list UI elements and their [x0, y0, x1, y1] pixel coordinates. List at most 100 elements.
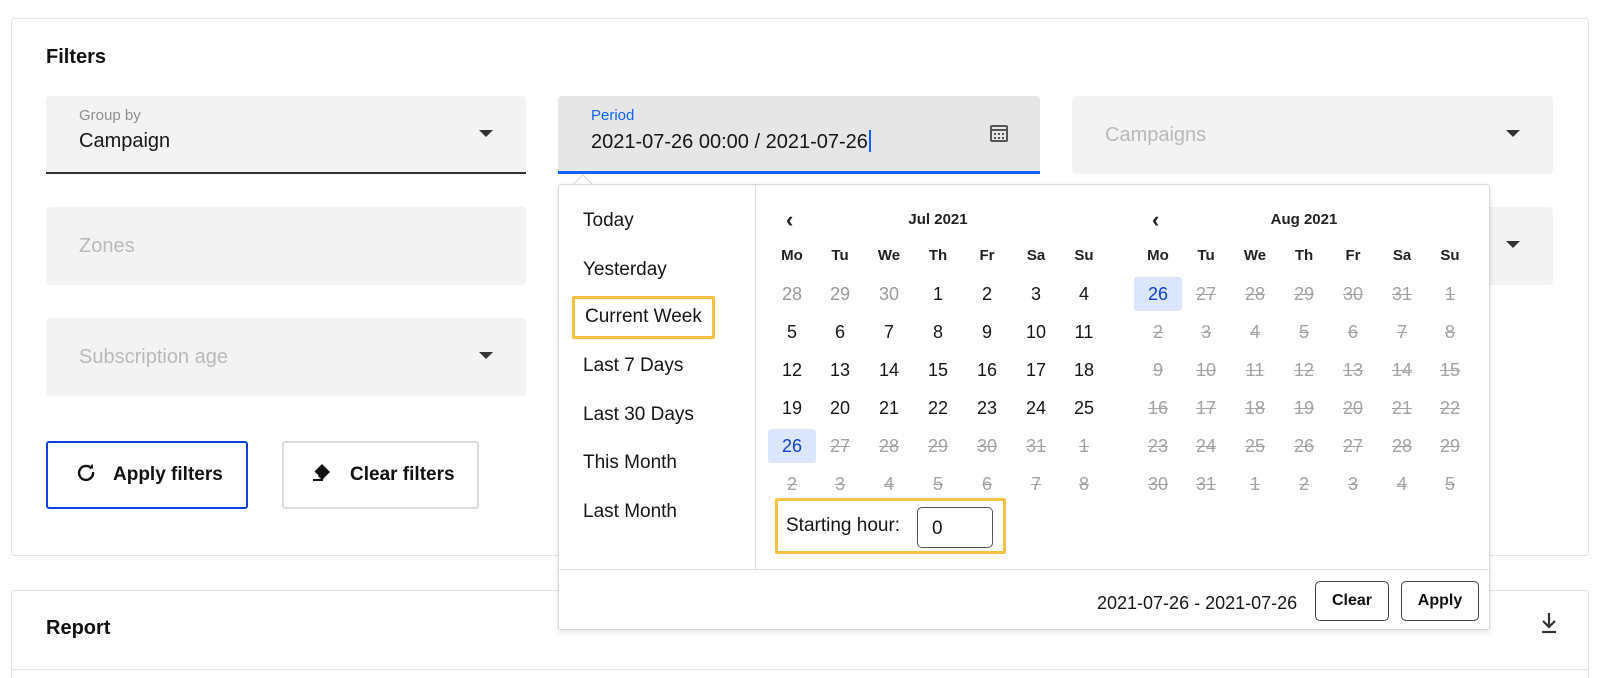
selected-range-text: 2021-07-26 - 2021-07-26 [1097, 593, 1298, 613]
calendar-day[interactable]: 7 [865, 315, 913, 349]
calendar-day[interactable]: 29 [816, 277, 864, 311]
calendar-day: 6 [1347, 322, 1358, 342]
calendar-day[interactable]: 2 [963, 277, 1011, 311]
calendar-day: 7 [1030, 474, 1041, 494]
calendar-day: 28 [1244, 284, 1266, 304]
calendar-day[interactable]: 15 [914, 353, 962, 387]
calendar-day[interactable]: 10 [1012, 315, 1060, 349]
zones-select[interactable]: Zones [46, 207, 526, 285]
calendar-day[interactable]: 19 [768, 391, 816, 425]
picker-clear-button[interactable]: Clear [1315, 581, 1389, 621]
calendar-day[interactable]: 30 [865, 277, 913, 311]
subscription-age-select[interactable]: Subscription age [46, 318, 526, 396]
chevron-down-icon [479, 352, 493, 359]
calendar-day[interactable]: 17 [1012, 353, 1060, 387]
preset-yesterday[interactable]: Yesterday [583, 259, 667, 281]
calendar-day: 4 [883, 474, 894, 494]
period-value: 2021-07-26 00:00 / 2021-07-26 [591, 131, 868, 153]
calendar-day: 5 [1298, 322, 1309, 342]
calendar-day: 27 [1195, 284, 1217, 304]
calendar-day: 1 [1444, 284, 1455, 304]
calendar-day: 16 [1147, 398, 1169, 418]
calendar-day[interactable]: 3 [1012, 277, 1060, 311]
calendar-day: 4 [1249, 322, 1260, 342]
calendar-day[interactable]: 6 [816, 315, 864, 349]
calendar-day: 1 [1078, 436, 1089, 456]
preset-last-month[interactable]: Last Month [583, 501, 677, 523]
calendar-day: 1 [1249, 474, 1260, 494]
group-by-select[interactable]: Group by Campaign [46, 96, 526, 174]
calendar-day: 2 [1152, 322, 1163, 342]
preset-last-7-days[interactable]: Last 7 Days [583, 355, 683, 377]
preset-this-month[interactable]: This Month [583, 452, 677, 474]
calendar-day: 5 [1444, 474, 1455, 494]
report-title: Report [46, 617, 111, 639]
calendar-day[interactable]: 1 [914, 277, 962, 311]
calendar-day[interactable]: 8 [914, 315, 962, 349]
calendar-day: 20 [1342, 398, 1364, 418]
subscription-age-placeholder: Subscription age [79, 346, 228, 368]
calendar-day[interactable]: 23 [963, 391, 1011, 425]
calendar-day: 8 [1444, 322, 1455, 342]
campaigns-select[interactable]: Campaigns [1072, 96, 1553, 174]
calendar-day: 21 [1391, 398, 1413, 418]
calendar-day[interactable]: 16 [963, 353, 1011, 387]
calendar-day: 10 [1195, 360, 1217, 380]
clear-filters-button[interactable]: Clear filters [282, 441, 479, 509]
calendar-day: 8 [1078, 474, 1089, 494]
calendar-day: 4 [1396, 474, 1407, 494]
calendar-day: 31 [1025, 436, 1047, 456]
starting-hour-input[interactable]: 0 [917, 507, 993, 548]
calendar-day[interactable]: 22 [914, 391, 962, 425]
calendar-day: 29 [927, 436, 949, 456]
calendar-day[interactable]: 26 [1134, 277, 1182, 311]
calendar-day[interactable]: 11 [1060, 315, 1108, 349]
picker-apply-button[interactable]: Apply [1401, 581, 1479, 621]
calendar-icon[interactable] [990, 125, 1008, 142]
clear-filters-label: Clear filters [350, 464, 455, 485]
calendar-day[interactable]: 14 [865, 353, 913, 387]
period-input[interactable]: Period 2021-07-26 00:00 / 2021-07-26 [558, 96, 1040, 174]
calendar-day[interactable]: 21 [865, 391, 913, 425]
calendar-day[interactable]: 12 [768, 353, 816, 387]
starting-hour-label: Starting hour: [786, 515, 901, 536]
calendar-day: 15 [1439, 360, 1461, 380]
calendar-day[interactable]: 5 [768, 315, 816, 349]
weekday-header: Th [928, 247, 948, 264]
calendar-day: 23 [1147, 436, 1169, 456]
calendar-day[interactable]: 20 [816, 391, 864, 425]
preset-current-week[interactable]: Current Week [572, 296, 715, 339]
month-header: ‹ Jul 2021 [768, 209, 1108, 233]
calendar-day: 9 [1152, 360, 1163, 380]
calendar-day[interactable]: 4 [1060, 277, 1108, 311]
preset-today[interactable]: Today [583, 210, 634, 232]
calendar-day[interactable]: 25 [1060, 391, 1108, 425]
apply-filters-button[interactable]: Apply filters [46, 441, 248, 509]
download-icon[interactable] [1540, 611, 1558, 637]
calendar-day[interactable]: 13 [816, 353, 864, 387]
month-title: Aug 2021 [1270, 211, 1338, 228]
calendar-day: 25 [1244, 436, 1266, 456]
calendar-day[interactable]: 18 [1060, 353, 1108, 387]
weekday-header: We [1243, 247, 1267, 264]
weekday-header: We [877, 247, 901, 264]
calendar-day: 31 [1391, 284, 1413, 304]
calendar-day: 2 [786, 474, 797, 494]
calendar-day[interactable]: 24 [1012, 391, 1060, 425]
calendar-day: 29 [1293, 284, 1315, 304]
calendar-day: 31 [1195, 474, 1217, 494]
calendar-day: 18 [1244, 398, 1266, 418]
calendar-day: 19 [1293, 398, 1315, 418]
calendar-day[interactable]: 26 [768, 429, 816, 463]
campaigns-placeholder: Campaigns [1105, 124, 1207, 146]
weekday-header: Fr [1345, 247, 1361, 264]
chevron-down-icon [479, 130, 493, 137]
calendar-day: 30 [976, 436, 998, 456]
calendar-day: 24 [1195, 436, 1217, 456]
calendar-day[interactable]: 9 [963, 315, 1011, 349]
preset-last-30-days[interactable]: Last 30 Days [583, 404, 694, 426]
calendar-day[interactable]: 28 [768, 277, 816, 311]
weekday-header: Sa [1026, 247, 1046, 264]
calendar-day: 11 [1245, 360, 1265, 380]
weekday-header: Tu [1197, 247, 1215, 264]
